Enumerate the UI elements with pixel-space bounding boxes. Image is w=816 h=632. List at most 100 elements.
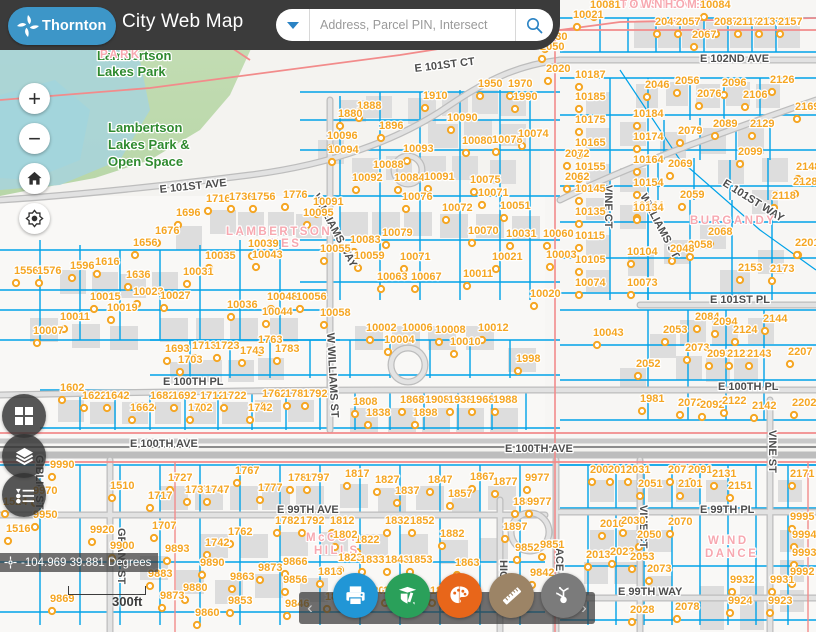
parcel-point-marker[interactable] xyxy=(162,556,172,566)
parcel-point-marker[interactable] xyxy=(677,202,687,212)
parcel-point-marker[interactable] xyxy=(574,219,584,229)
parcel-point-marker[interactable] xyxy=(626,290,636,300)
parcel-point-marker[interactable] xyxy=(623,477,633,487)
legend-button[interactable] xyxy=(2,473,46,517)
parcel-point-marker[interactable] xyxy=(381,240,391,250)
parcel-point-marker[interactable] xyxy=(441,215,451,225)
print-tool-button[interactable] xyxy=(333,573,378,618)
parcel-point-marker[interactable] xyxy=(280,587,290,597)
parcel-point-marker[interactable] xyxy=(461,148,471,158)
parcel-point-marker[interactable] xyxy=(709,481,719,491)
parcel-point-marker[interactable] xyxy=(302,485,312,495)
parcel-point-marker[interactable] xyxy=(219,403,229,413)
parcel-point-marker[interactable] xyxy=(792,114,802,124)
search-button[interactable] xyxy=(515,9,553,41)
parcel-point-marker[interactable] xyxy=(226,312,236,322)
basemap-gallery-button[interactable] xyxy=(2,394,46,438)
parcel-point-marker[interactable] xyxy=(672,614,682,624)
parcel-point-marker[interactable] xyxy=(282,611,292,621)
parcel-point-marker[interactable] xyxy=(744,361,754,371)
parcel-point-marker[interactable] xyxy=(197,570,207,580)
parcel-point-marker[interactable] xyxy=(145,581,155,591)
layer-list-button[interactable] xyxy=(2,434,46,478)
parcel-point-marker[interactable] xyxy=(203,206,213,216)
parcel-point-marker[interactable] xyxy=(724,361,734,371)
parcel-point-marker[interactable] xyxy=(319,320,329,330)
parcel-point-marker[interactable] xyxy=(227,584,237,594)
search-input[interactable] xyxy=(310,9,515,41)
parcel-point-marker[interactable] xyxy=(754,29,764,39)
parcel-point-marker[interactable] xyxy=(574,196,584,206)
home-button[interactable] xyxy=(19,163,50,194)
parcel-point-marker[interactable] xyxy=(272,528,282,538)
parcel-point-marker[interactable] xyxy=(162,356,172,366)
parcel-point-marker[interactable] xyxy=(644,576,654,586)
parcel-point-marker[interactable] xyxy=(420,103,430,113)
parcel-point-marker[interactable] xyxy=(510,104,520,114)
parcel-point-marker[interactable] xyxy=(79,403,89,413)
parcel-point-marker[interactable] xyxy=(34,278,44,288)
parcel-point-marker[interactable] xyxy=(499,213,509,223)
parcel-point-marker[interactable] xyxy=(675,410,685,420)
search-type-dropdown[interactable] xyxy=(276,9,310,41)
zoom-in-button[interactable]: + xyxy=(19,83,50,114)
parcel-point-marker[interactable] xyxy=(697,412,707,422)
parcel-point-marker[interactable] xyxy=(0,509,10,519)
parcel-point-marker[interactable] xyxy=(537,552,547,562)
parcel-point-marker[interactable] xyxy=(765,608,775,618)
parcel-point-marker[interactable] xyxy=(67,273,77,283)
parcel-point-marker[interactable] xyxy=(372,487,382,497)
parcel-point-marker[interactable] xyxy=(699,12,709,22)
parcel-point-marker[interactable] xyxy=(740,102,750,112)
parcel-point-marker[interactable] xyxy=(529,301,539,311)
parcel-point-marker[interactable] xyxy=(652,29,662,39)
parcel-point-marker[interactable] xyxy=(735,159,745,169)
parcel-point-marker[interactable] xyxy=(562,184,572,194)
parcel-point-marker[interactable] xyxy=(694,101,704,111)
parcel-point-marker[interactable] xyxy=(475,91,485,101)
toolbar-prev-button[interactable]: ‹ xyxy=(299,592,321,624)
parcel-point-marker[interactable] xyxy=(682,355,692,365)
parcel-point-marker[interactable] xyxy=(462,281,472,291)
parcel-point-marker[interactable] xyxy=(672,88,682,98)
parcel-point-marker[interactable] xyxy=(437,541,447,551)
parcel-point-marker[interactable] xyxy=(327,157,337,167)
locate-button[interactable] xyxy=(19,203,50,234)
parcel-point-marker[interactable] xyxy=(789,410,799,420)
parcel-point-marker[interactable] xyxy=(297,528,307,538)
parcel-point-marker[interactable] xyxy=(583,562,593,572)
draw-tool-button[interactable] xyxy=(385,573,430,618)
parcel-point-marker[interactable] xyxy=(733,29,743,39)
parcel-point-marker[interactable] xyxy=(785,359,795,369)
parcel-point-marker[interactable] xyxy=(226,204,236,214)
parcel-point-marker[interactable] xyxy=(675,491,685,501)
parcel-point-marker[interactable] xyxy=(89,304,99,314)
parcel-point-marker[interactable] xyxy=(376,133,386,143)
parcel-point-marker[interactable] xyxy=(725,493,735,503)
parcel-point-marker[interactable] xyxy=(627,564,637,574)
parcel-point-marker[interactable] xyxy=(642,92,652,102)
coordinate-display[interactable]: -104.969 39.881 Degrees xyxy=(0,553,159,572)
parcel-point-marker[interactable] xyxy=(401,204,411,214)
parcel-point-marker[interactable] xyxy=(350,409,360,419)
parcel-point-marker[interactable] xyxy=(202,497,212,507)
parcel-point-marker[interactable] xyxy=(665,477,675,487)
parcel-point-marker[interactable] xyxy=(635,491,645,501)
parcel-point-marker[interactable] xyxy=(719,90,729,100)
parcel-point-marker[interactable] xyxy=(30,522,40,532)
parcel-point-marker[interactable] xyxy=(607,559,617,569)
parcel-point-marker[interactable] xyxy=(123,282,133,292)
parcel-point-marker[interactable] xyxy=(574,104,584,114)
parcel-point-marker[interactable] xyxy=(574,82,584,92)
parcel-point-marker[interactable] xyxy=(574,127,584,137)
parcel-point-marker[interactable] xyxy=(491,264,501,274)
parcel-point-marker[interactable] xyxy=(272,356,282,366)
parcel-point-marker[interactable] xyxy=(467,407,477,417)
parcel-point-marker[interactable] xyxy=(510,509,520,519)
parcel-point-marker[interactable] xyxy=(637,406,647,416)
parcel-point-marker[interactable] xyxy=(632,144,642,154)
parcel-point-marker[interactable] xyxy=(425,487,435,497)
measure-tool-button[interactable] xyxy=(489,573,534,618)
parcel-point-marker[interactable] xyxy=(537,54,547,64)
parcel-point-marker[interactable] xyxy=(747,131,757,141)
